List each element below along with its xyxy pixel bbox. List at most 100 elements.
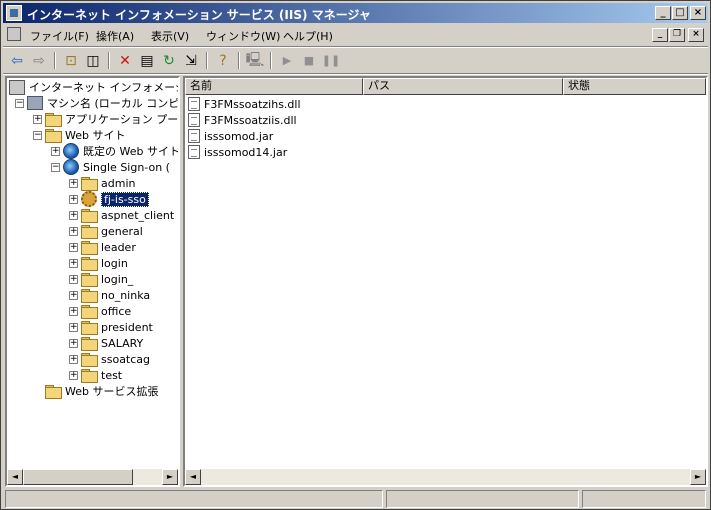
scroll-right-button[interactable]: ► [690, 469, 706, 485]
file-name: F3FMssoatziis.dll [204, 113, 297, 127]
tree-horizontal-scrollbar[interactable]: ◄ ► [7, 469, 178, 485]
expand-toggle[interactable]: + [69, 274, 78, 284]
file-name: F3FMssoatzihs.dll [204, 97, 301, 111]
tree-item-president[interactable]: + president [69, 319, 153, 335]
show-tree-icon[interactable]: ◫ [83, 51, 103, 70]
scroll-left-button[interactable]: ◄ [7, 469, 23, 485]
column-header-status[interactable]: 状態 [563, 78, 706, 95]
expand-toggle[interactable]: + [69, 370, 78, 380]
folder-icon [45, 128, 62, 143]
expand-toggle[interactable]: + [69, 258, 78, 268]
computer-icon[interactable]: 🖳 [245, 51, 265, 70]
expand-toggle[interactable]: + [69, 178, 78, 188]
tree-item-label: leader [101, 240, 136, 254]
expand-toggle[interactable]: + [69, 194, 78, 204]
list-item[interactable]: F3FMssoatziis.dll [188, 112, 297, 128]
menu-view[interactable]: 表示(V) [151, 28, 189, 44]
list-item[interactable]: isssomod14.jar [188, 144, 287, 160]
close-button[interactable]: × [690, 6, 706, 20]
folder-icon [81, 208, 98, 223]
computer-icon [27, 96, 43, 110]
tree-item-ssoatcag[interactable]: + ssoatcag [69, 351, 150, 367]
iis-manager-window: インターネット インフォメーション サービス (IIS) マネージャ _ □ ×… [0, 0, 711, 510]
tree-app-pools[interactable]: + アプリケーション プール [33, 111, 180, 127]
file-name: isssomod14.jar [204, 145, 288, 159]
expand-toggle[interactable]: + [69, 306, 78, 316]
tree-item-fj-is-sso[interactable]: + fj-is-sso [69, 191, 149, 207]
expand-toggle[interactable]: + [51, 146, 60, 156]
tree-default-site-label: 既定の Web サイト [83, 145, 180, 158]
tree-sso-site-label: Single Sign-on ( [83, 160, 170, 174]
play-icon[interactable]: ▶ [277, 51, 297, 70]
title-bar[interactable]: インターネット インフォメーション サービス (IIS) マネージャ _ □ × [3, 3, 708, 23]
list-item[interactable]: F3FMssoatzihs.dll [188, 96, 301, 112]
menu-file[interactable]: ファイル(F) [30, 28, 89, 44]
list-item[interactable]: isssomod.jar [188, 128, 273, 144]
tree-item-label: no_ninka [101, 288, 151, 302]
tree-item-label: aspnet_client [101, 208, 175, 222]
export-icon[interactable]: ⇲ [181, 51, 201, 70]
stop-icon[interactable]: ■ [299, 51, 319, 70]
refresh-icon[interactable]: ↻ [159, 51, 179, 70]
tree-item-leader[interactable]: + leader [69, 239, 136, 255]
menu-help[interactable]: ヘルプ(H) [283, 28, 333, 44]
collapse-toggle[interactable]: − [15, 98, 24, 108]
globe-icon [63, 159, 79, 175]
expand-toggle[interactable]: + [69, 290, 78, 300]
menu-window[interactable]: ウィンドウ(W) [206, 28, 280, 44]
file-icon [188, 97, 200, 111]
expand-toggle[interactable]: + [69, 242, 78, 252]
mdi-minimize-button[interactable]: _ [652, 28, 668, 42]
tree-root[interactable]: インターネット インフォメーション [9, 79, 178, 95]
tree-pane[interactable]: インターネット インフォメーション − マシン名 (ローカル コンピ + アプリ… [5, 76, 180, 487]
minimize-button[interactable]: _ [655, 6, 671, 20]
properties-icon[interactable]: ▤ [137, 51, 157, 70]
scroll-thumb[interactable] [23, 469, 133, 485]
tree-item-login-underscore[interactable]: + login_ [69, 271, 133, 287]
tree-item-general[interactable]: + general [69, 223, 143, 239]
expand-toggle[interactable]: + [69, 210, 78, 220]
help-icon[interactable]: ? [213, 51, 233, 70]
column-header-path[interactable]: パス [363, 78, 563, 95]
up-folder-icon[interactable]: ⊡ [61, 51, 81, 70]
tree-machine[interactable]: − マシン名 (ローカル コンピ [15, 95, 178, 111]
delete-icon[interactable]: ✕ [115, 51, 135, 70]
maximize-button[interactable]: □ [672, 6, 688, 20]
list-horizontal-scrollbar[interactable]: ◄ ► [185, 469, 706, 485]
tree-web-ext[interactable]: Web サービス拡張 [45, 383, 158, 399]
mdi-restore-button[interactable]: ❐ [669, 28, 685, 42]
tree-item-admin[interactable]: + admin [69, 175, 135, 191]
folder-icon [81, 304, 98, 319]
tree-item-no-ninka[interactable]: + no_ninka [69, 287, 150, 303]
expand-toggle[interactable]: + [69, 338, 78, 348]
list-pane[interactable]: 名前 パス 状態 F3FMssoatzihs.dll F3FMssoatziis… [183, 76, 708, 487]
mdi-close-button[interactable]: × [688, 28, 704, 42]
mdi-child-icon[interactable] [7, 27, 21, 41]
tree-default-site[interactable]: + 既定の Web サイト [51, 143, 180, 159]
expand-toggle[interactable]: + [69, 226, 78, 236]
scroll-right-button[interactable]: ► [162, 469, 178, 485]
scroll-left-button[interactable]: ◄ [185, 469, 201, 485]
expand-toggle[interactable]: + [69, 322, 78, 332]
tree-item-aspnet-client[interactable]: + aspnet_client [69, 207, 174, 223]
tree-app-pools-label: アプリケーション プール [65, 113, 180, 126]
collapse-toggle[interactable]: − [33, 130, 42, 140]
tree-item-office[interactable]: + office [69, 303, 131, 319]
back-arrow-icon[interactable]: ⇦ [7, 51, 27, 70]
tree-item-salary[interactable]: + SALARY [69, 335, 143, 351]
column-header-name[interactable]: 名前 [185, 78, 363, 95]
tree-sso-site[interactable]: − Single Sign-on ( [51, 159, 170, 175]
folder-icon [81, 176, 98, 191]
collapse-toggle[interactable]: − [51, 162, 60, 172]
folder-icon [81, 352, 98, 367]
tree-item-login[interactable]: + login [69, 255, 128, 271]
tree-item-label: test [101, 368, 123, 382]
tree-web-sites[interactable]: − Web サイト [33, 127, 125, 143]
expand-toggle[interactable]: + [69, 354, 78, 364]
pause-icon[interactable]: ❚❚ [321, 51, 341, 70]
menu-action[interactable]: 操作(A) [96, 28, 134, 44]
expand-toggle[interactable]: + [33, 114, 42, 124]
forward-arrow-icon[interactable]: ⇨ [29, 51, 49, 70]
tree-item-test[interactable]: + test [69, 367, 122, 383]
tree-item-label: fj-is-sso [101, 191, 149, 207]
